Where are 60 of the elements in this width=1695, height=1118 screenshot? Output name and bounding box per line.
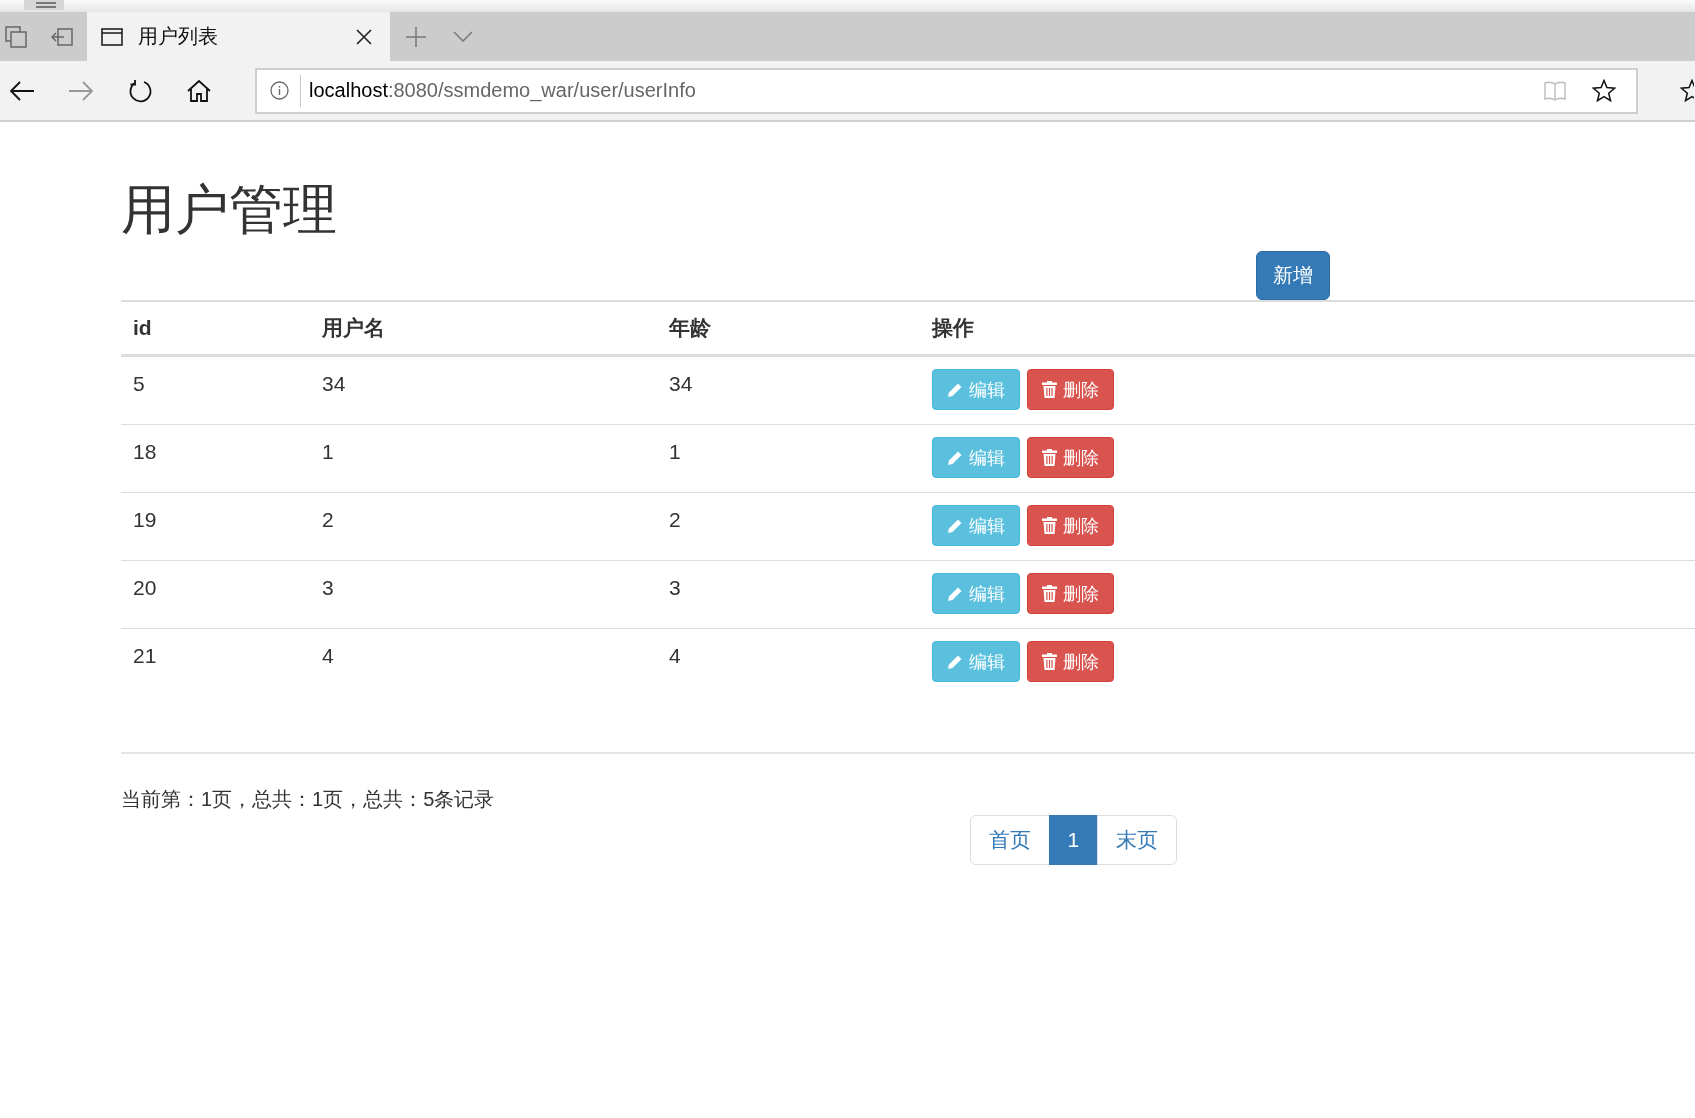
window-icon xyxy=(101,27,123,46)
page-link[interactable]: 首页 xyxy=(970,815,1050,865)
trash-icon xyxy=(1042,449,1057,466)
column-header: id xyxy=(121,301,310,356)
page-link[interactable]: 1 xyxy=(1048,815,1099,865)
table-cell: 18 xyxy=(121,424,310,493)
home-icon[interactable] xyxy=(186,78,212,103)
column-header: 年龄 xyxy=(657,301,920,356)
table-cell: 3 xyxy=(310,560,657,629)
trash-icon xyxy=(1042,585,1057,602)
page-summary: 当前第：1页，总共：1页，总共：5条记录 xyxy=(121,788,495,810)
address-bar[interactable]: localhost:8080/ssmdemo_war/user/userInfo xyxy=(255,67,1638,114)
table-cell: 19 xyxy=(121,492,310,561)
delete-button[interactable]: 删除 xyxy=(1027,641,1114,682)
pencil-icon xyxy=(947,449,963,466)
table-cell: 1 xyxy=(310,424,657,493)
edit-button[interactable]: 编辑 xyxy=(932,505,1020,546)
edit-button[interactable]: 编辑 xyxy=(932,641,1020,682)
table-cell: 34 xyxy=(657,355,920,425)
table-cell: 4 xyxy=(657,628,920,696)
window-arrow-icon[interactable] xyxy=(51,27,73,46)
table-cell: 3 xyxy=(657,560,920,629)
page-title: 用户管理 xyxy=(121,180,337,239)
page-link[interactable]: 末页 xyxy=(1096,815,1177,865)
table-cell: 34 xyxy=(310,355,657,425)
star-icon[interactable] xyxy=(1592,79,1616,102)
edit-button[interactable]: 编辑 xyxy=(932,573,1020,614)
delete-button[interactable]: 删除 xyxy=(1027,437,1114,478)
close-icon[interactable] xyxy=(356,28,372,45)
table-cell: 21 xyxy=(121,628,310,696)
chevron-down-icon[interactable] xyxy=(453,31,473,42)
url-text: localhost:8080/ssmdemo_war/user/userInfo xyxy=(309,79,696,102)
add-button[interactable]: 新增 xyxy=(1256,251,1330,300)
table-cell: 5 xyxy=(121,355,310,425)
pencil-icon xyxy=(947,381,963,398)
edit-button[interactable]: 编辑 xyxy=(932,369,1020,410)
trash-icon xyxy=(1042,517,1057,534)
delete-button[interactable]: 删除 xyxy=(1027,369,1114,410)
browser-tab[interactable]: 用户列表 xyxy=(87,12,390,61)
column-header: 用户名 xyxy=(310,301,657,356)
pencil-icon xyxy=(947,585,963,602)
stacked-windows-icon[interactable] xyxy=(5,25,27,48)
lines-icon xyxy=(24,0,64,10)
trash-icon xyxy=(1042,381,1057,398)
edit-button[interactable]: 编辑 xyxy=(932,437,1020,478)
table-cell: 4 xyxy=(310,628,657,696)
column-header: 操作 xyxy=(920,301,1695,356)
table-cell: 2 xyxy=(657,492,920,561)
info-icon[interactable] xyxy=(270,81,289,100)
trash-icon xyxy=(1042,653,1057,670)
refresh-icon[interactable] xyxy=(127,78,153,103)
pencil-icon xyxy=(947,517,963,534)
star-icon[interactable] xyxy=(1680,79,1694,102)
delete-button[interactable]: 删除 xyxy=(1027,505,1114,546)
delete-button[interactable]: 删除 xyxy=(1027,573,1114,614)
pencil-icon xyxy=(947,653,963,670)
table-cell: 1 xyxy=(657,424,920,493)
table-cell: 20 xyxy=(121,560,310,629)
table-cell: 2 xyxy=(310,492,657,561)
back-icon[interactable] xyxy=(9,78,35,103)
